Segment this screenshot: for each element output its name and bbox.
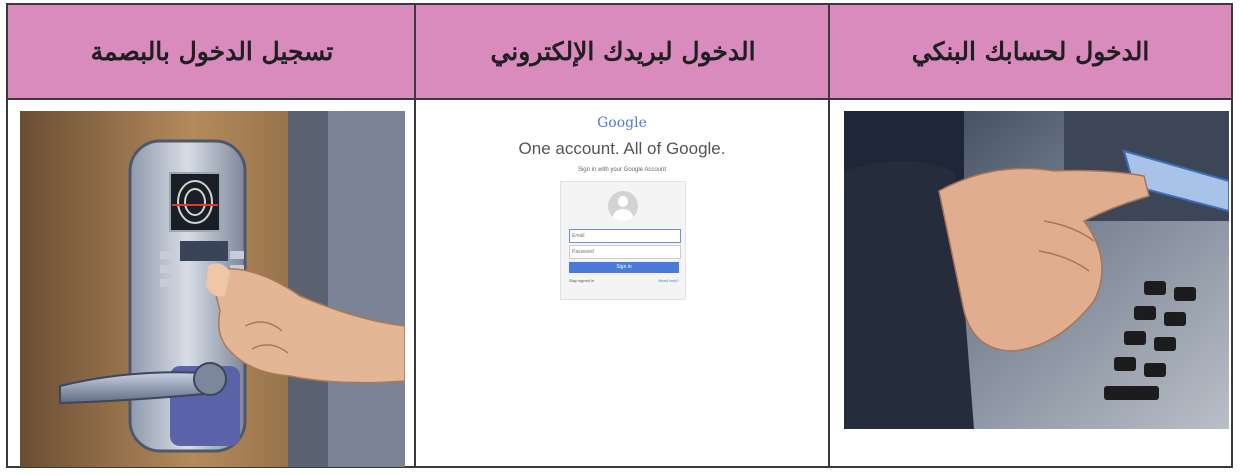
atm-card-image — [844, 111, 1229, 429]
bank-cell — [830, 100, 1231, 466]
header-fingerprint-login: تسجيل الدخول بالبصمة — [8, 5, 416, 100]
header-email-login: الدخول لبريدك الإلكتروني — [416, 5, 830, 100]
email-cell: Google One account. All of Google. Sign … — [416, 100, 828, 466]
avatar-head-icon — [618, 196, 628, 207]
email-field[interactable] — [569, 229, 681, 243]
signin-card: Sign in Stay signed in Need help? — [560, 181, 686, 300]
google-subheading: Sign in with your Google Account — [577, 167, 667, 173]
header-fingerprint-text: تسجيل الدخول بالبصمة — [90, 37, 334, 66]
comparison-table: تسجيل الدخول بالبصمة الدخول لبريدك الإلك… — [6, 3, 1233, 468]
google-signin-screenshot: Google One account. All of Google. Sign … — [442, 105, 802, 305]
sign-in-button[interactable]: Sign in — [569, 262, 679, 273]
password-field[interactable] — [569, 245, 681, 259]
header-bank-text: الدخول لحسابك البنكي — [911, 37, 1150, 66]
need-help-link[interactable]: Need help? — [659, 278, 679, 283]
google-logo: Google — [597, 115, 647, 131]
avatar-body-icon — [613, 209, 633, 221]
fingerprint-cell — [8, 100, 414, 467]
avatar — [608, 191, 638, 221]
google-heading: One account. All of Google. — [518, 139, 726, 158]
header-bank-login: الدخول لحسابك البنكي — [830, 5, 1231, 100]
stay-signed-in-checkbox[interactable]: Stay signed in — [569, 278, 594, 283]
fingerprint-lock-image — [20, 111, 405, 467]
header-email-text: الدخول لبريدك الإلكتروني — [490, 37, 756, 66]
